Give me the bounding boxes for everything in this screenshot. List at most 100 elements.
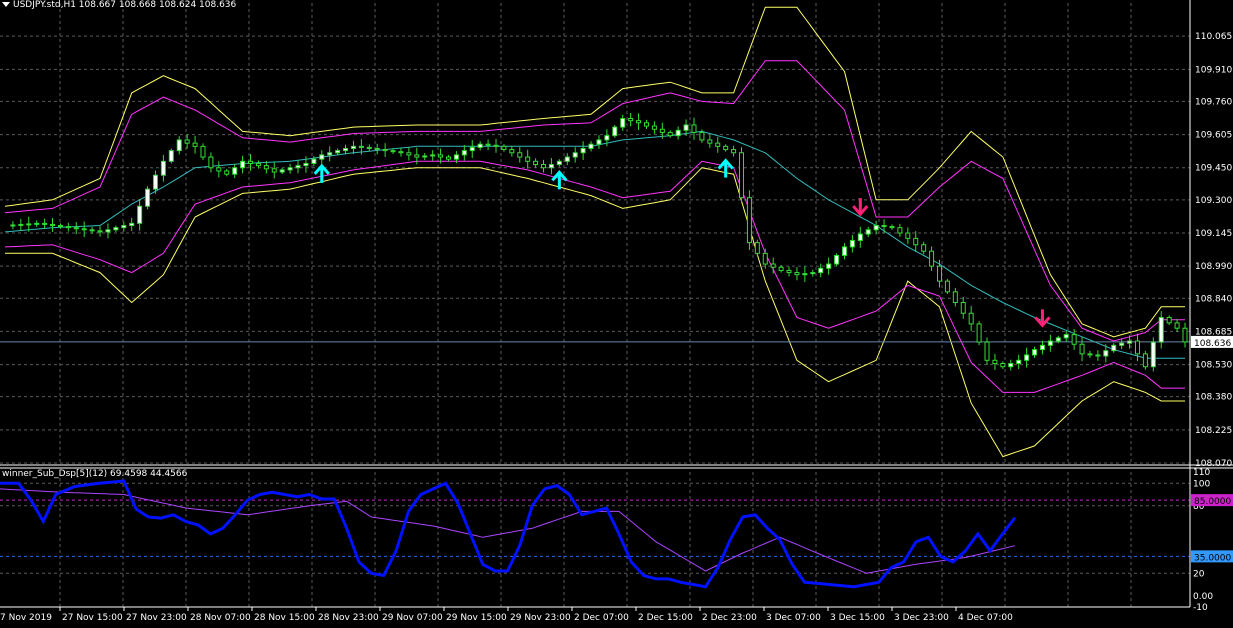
level-high-label: 85.0000: [1194, 497, 1231, 507]
price-axis-label: 109.605: [1195, 131, 1232, 141]
candle-body: [960, 302, 966, 314]
candle-body: [327, 152, 333, 156]
sub-axis-label: 20: [1193, 569, 1205, 579]
sub-axis-label: 0.00: [1193, 592, 1213, 602]
price-axis-label: 109.300: [1195, 196, 1232, 206]
candle-body: [834, 254, 840, 265]
candle-body: [620, 118, 626, 128]
candle-body: [232, 167, 238, 175]
candle-body: [976, 323, 982, 343]
price-axis-label: 108.840: [1195, 294, 1232, 304]
candle-body: [1039, 344, 1045, 351]
candle-body: [430, 154, 436, 157]
candle-body: [913, 237, 919, 246]
candle-body: [113, 227, 119, 231]
candle-body: [160, 160, 166, 176]
candle-body: [89, 229, 95, 232]
candle-body: [541, 164, 547, 169]
candle-body: [152, 174, 158, 190]
candle-body: [984, 341, 990, 361]
time-axis-label: 7 Nov 2019: [0, 613, 52, 623]
candle-body: [208, 156, 214, 169]
candle-body: [936, 265, 942, 282]
candle-body: [667, 131, 673, 137]
candle-body: [533, 160, 539, 166]
main-chart-title: USDJPY.std,H1 108.667 108.668 108.624 10…: [2, 0, 236, 10]
candle-body: [509, 149, 515, 154]
candle-body: [921, 244, 927, 252]
candle-body: [588, 143, 594, 149]
candle-body: [968, 312, 974, 325]
time-axis-label: 29 Nov 23:00: [510, 613, 571, 623]
candle-body: [1087, 353, 1093, 356]
candle-body: [707, 139, 713, 144]
candle-body: [612, 126, 618, 137]
candle-body: [675, 129, 681, 137]
time-axis-label: 3 Dec 07:00: [766, 613, 821, 623]
candle-body: [469, 146, 475, 152]
time-axis-label: 29 Nov 07:00: [382, 613, 443, 623]
candle-body: [382, 149, 388, 152]
chart-canvas[interactable]: 110.065 109.910 109.760 109.605 109.450 109.3…: [0, 0, 1233, 624]
candle-body: [802, 273, 808, 276]
sub-axis-label: -10: [1193, 603, 1208, 613]
candle-body: [343, 147, 349, 152]
time-axis-label: 28 Nov 23:00: [318, 613, 379, 623]
candle-body: [461, 150, 467, 156]
price-axis-label: 109.910: [1195, 65, 1232, 75]
candle-body: [57, 225, 63, 228]
price-axis-label: 108.225: [1195, 426, 1232, 436]
candle-body: [295, 165, 301, 169]
time-axis-label: 28 Nov 07:00: [190, 613, 251, 623]
candle-body: [398, 151, 404, 154]
candle-body: [1016, 359, 1022, 365]
candle-body: [794, 272, 800, 276]
candle-body: [184, 139, 190, 144]
time-axis-label: 27 Nov 23:00: [126, 613, 187, 623]
candle-body: [548, 164, 554, 169]
chart-window[interactable]: 110.065 109.910 109.760 109.605 109.450 109.3…: [0, 0, 1233, 624]
candle-body: [746, 197, 752, 244]
candle-body: [1142, 353, 1148, 368]
candle-body: [944, 280, 950, 293]
candle-body: [311, 158, 317, 164]
time-axis-label: 29 Nov 15:00: [446, 613, 507, 623]
candle-body: [636, 120, 642, 124]
candle-body: [1182, 327, 1188, 343]
candle-body: [406, 152, 412, 156]
chart-menu-triangle-icon[interactable]: [2, 2, 10, 7]
candle-body: [1071, 334, 1077, 345]
candle-body: [564, 156, 570, 162]
main-chart-title-text: USDJPY.std,H1 108.667 108.668 108.624 10…: [13, 0, 237, 10]
candle-body: [1158, 317, 1164, 343]
candle-body: [34, 222, 40, 225]
candle-body: [628, 118, 634, 122]
candle-body: [97, 230, 103, 233]
candle-body: [651, 125, 657, 130]
candle-body: [849, 239, 855, 248]
candle-body: [1103, 350, 1109, 357]
candle-body: [438, 154, 444, 158]
sub-chart-title-text: winner_Sub_Dsp[5](12) 69.4598 44.4566: [2, 469, 188, 479]
candle-body: [889, 226, 895, 229]
candle-body: [240, 160, 246, 169]
sub-axis-label: 100: [1193, 479, 1210, 489]
candle-body: [770, 263, 776, 268]
candle-body: [42, 222, 48, 225]
candle-body: [350, 145, 356, 149]
candle-body: [453, 154, 459, 160]
candle-body: [73, 227, 79, 230]
candle-body: [1119, 342, 1125, 346]
level-low-label: 35.0000: [1194, 553, 1231, 563]
candle-body: [335, 150, 341, 154]
candle-body: [929, 250, 935, 267]
candle-body: [754, 242, 760, 254]
candle-body: [1111, 344, 1117, 352]
candle-body: [81, 228, 87, 231]
candle-body: [1055, 337, 1061, 342]
candle-body: [1032, 349, 1038, 356]
candle-body: [1079, 343, 1085, 355]
candle-body: [65, 226, 71, 229]
candle-body: [145, 188, 151, 207]
candle-body: [525, 156, 531, 162]
